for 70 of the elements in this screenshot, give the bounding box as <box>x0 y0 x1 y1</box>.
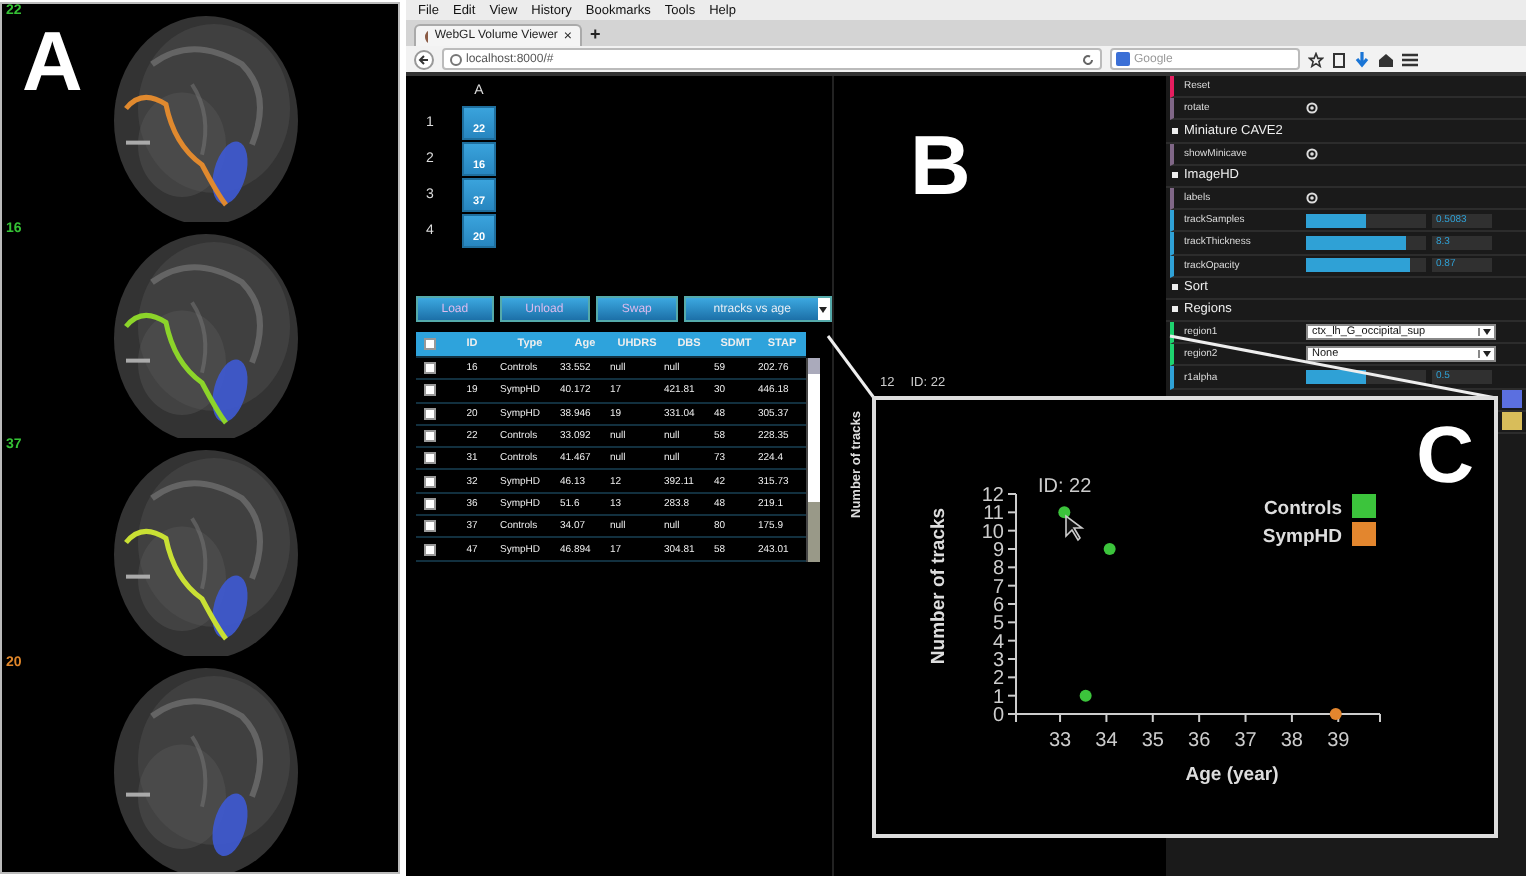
tick-label: 38 <box>1280 730 1303 752</box>
data-point <box>1079 689 1092 702</box>
leader-line <box>826 335 876 399</box>
checkbox[interactable] <box>424 452 436 465</box>
cursor-icon <box>1065 514 1085 542</box>
star-icon[interactable] <box>1308 51 1324 67</box>
tick-label: 6 <box>992 595 1004 617</box>
axis-title: Number of tracks <box>928 507 950 665</box>
checkbox[interactable] <box>424 475 436 488</box>
tick-label: 9 <box>992 540 1004 562</box>
clipboard-icon[interactable] <box>1332 51 1346 67</box>
tick-label: 10 <box>981 521 1004 544</box>
legend-label: Controls <box>1263 498 1342 520</box>
hover-label: ID: 22 <box>1038 476 1092 498</box>
tick-label: 8 <box>992 558 1004 581</box>
axis-title: Age (year) <box>1185 764 1279 786</box>
bullet-icon <box>1172 284 1178 291</box>
checkbox[interactable] <box>424 362 436 375</box>
tick-label: 2 <box>992 668 1004 691</box>
tick-label: 3 <box>992 650 1004 672</box>
panel-label: A <box>22 20 83 104</box>
slider-track[interactable] <box>1306 213 1426 228</box>
tick-label: 5 <box>992 613 1004 636</box>
tick-label: 4 <box>992 631 1004 654</box>
data-point <box>1058 506 1071 519</box>
menu-icon[interactable] <box>1402 51 1418 67</box>
bullet-icon <box>1172 306 1178 313</box>
search-engine-icon <box>1116 52 1130 66</box>
tick-label: 1 <box>992 686 1004 709</box>
tick-label: 36 <box>1188 730 1211 752</box>
checkbox[interactable] <box>424 338 436 350</box>
slider-track[interactable] <box>1306 235 1426 250</box>
bullet-icon <box>1172 127 1178 134</box>
data-point <box>1103 543 1116 555</box>
toggle-icon[interactable] <box>1306 102 1318 115</box>
caret-icon <box>818 305 828 313</box>
checkbox[interactable] <box>424 430 436 443</box>
back-icon[interactable] <box>414 49 434 69</box>
tick-label: 12 <box>981 485 1004 507</box>
tick-label: 34 <box>1095 730 1118 752</box>
bullet-icon <box>1172 172 1178 179</box>
tick-label: 7 <box>992 576 1004 599</box>
tick-label: 35 <box>1141 730 1164 752</box>
checkbox[interactable] <box>424 384 436 397</box>
panel-label: B <box>910 124 971 208</box>
toggle-icon[interactable] <box>1306 147 1318 160</box>
tick-label: 33 <box>1048 730 1072 752</box>
tick-label: 37 <box>1234 730 1257 752</box>
scrollbar[interactable] <box>806 358 820 562</box>
caret-icon <box>1482 328 1492 337</box>
checkbox[interactable] <box>424 543 436 556</box>
globe-icon <box>450 53 462 65</box>
reload-icon[interactable] <box>1082 53 1094 65</box>
data-point <box>1329 708 1342 720</box>
home-icon[interactable] <box>1378 51 1394 67</box>
checkbox[interactable] <box>424 520 436 533</box>
color-swatch[interactable] <box>1502 412 1522 431</box>
checkbox[interactable] <box>424 497 436 510</box>
download-icon[interactable] <box>1354 51 1370 67</box>
legend-label: SympHD <box>1262 526 1342 548</box>
toggle-icon[interactable] <box>1306 192 1318 205</box>
panel-label: C <box>1416 416 1474 496</box>
favicon-icon <box>424 29 429 43</box>
color-swatch[interactable] <box>1502 390 1522 409</box>
tick-label: 11 <box>983 503 1004 526</box>
caret-icon <box>1482 350 1492 359</box>
checkbox[interactable] <box>424 407 436 420</box>
tick-label: 39 <box>1327 730 1350 752</box>
new-tab-button[interactable]: + <box>590 23 601 43</box>
tick-label: 0 <box>992 705 1004 727</box>
